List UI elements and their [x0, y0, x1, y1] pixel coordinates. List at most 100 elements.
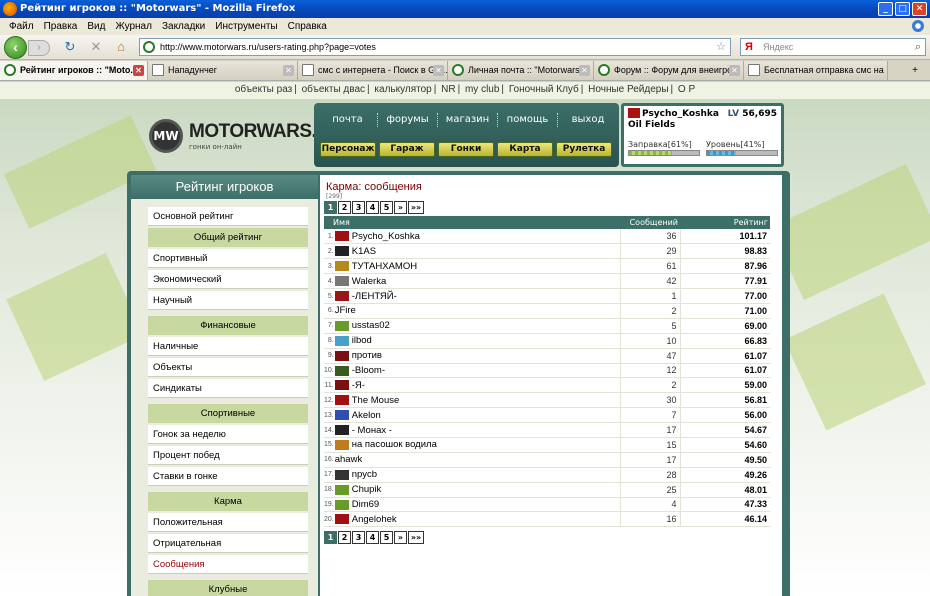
column-header-count[interactable]: Сообщений: [620, 216, 680, 229]
nav-forums[interactable]: форумы: [378, 113, 438, 127]
menu-edit[interactable]: Правка: [39, 21, 83, 32]
close-tab-icon[interactable]: ✕: [133, 65, 144, 76]
page-link[interactable]: 4: [366, 201, 379, 214]
sidebar-item[interactable]: Объекты: [148, 358, 308, 377]
page-link[interactable]: 2: [338, 531, 351, 545]
menu-view[interactable]: Вид: [82, 21, 110, 32]
search-icon[interactable]: ⌕: [915, 39, 921, 55]
character-button[interactable]: Персонаж: [320, 142, 376, 157]
tab-scroll-icon[interactable]: +: [900, 61, 930, 80]
player-name[interactable]: - Монах -: [352, 425, 392, 436]
quick-link[interactable]: my club: [463, 84, 501, 95]
quick-link[interactable]: Гоночный Клуб: [507, 84, 581, 95]
home-icon[interactable]: ⌂: [113, 39, 129, 55]
sidebar-item[interactable]: Положительная: [148, 513, 308, 532]
page-link[interactable]: »»: [408, 201, 424, 214]
close-tab-icon[interactable]: ✕: [433, 65, 444, 76]
tab-forum[interactable]: Форум :: Форум для внеигро... ✕: [594, 61, 744, 80]
page-link[interactable]: 1: [324, 531, 337, 545]
page-link[interactable]: 3: [352, 531, 365, 545]
tab-napadunchek[interactable]: Нападунчег ✕: [148, 61, 298, 80]
column-header-name[interactable]: Имя: [324, 216, 620, 229]
nav-logout[interactable]: выход: [558, 113, 618, 127]
page-link[interactable]: 3: [352, 201, 365, 214]
player-name[interactable]: Psycho_Koshka: [352, 231, 420, 242]
player-name[interactable]: -ЛЕНТЯЙ-: [352, 291, 397, 302]
quick-link[interactable]: объекты раз: [233, 84, 294, 95]
sidebar-item[interactable]: Спортивный: [148, 249, 308, 268]
page-link[interactable]: »»: [408, 531, 424, 545]
page-link[interactable]: »: [394, 201, 407, 214]
minimize-button[interactable]: _: [878, 2, 893, 16]
quick-link[interactable]: Ночные Рейдеры: [586, 84, 670, 95]
page-link[interactable]: 2: [338, 201, 351, 214]
player-name[interactable]: -Bloom-: [352, 365, 385, 376]
player-name[interactable]: Chupik: [352, 484, 382, 495]
nav-shop[interactable]: магазин: [438, 113, 498, 127]
sidebar-item[interactable]: Процент побед: [148, 446, 308, 465]
sidebar-item[interactable]: Ставки в гонке: [148, 467, 308, 486]
nav-help[interactable]: помощь: [498, 113, 558, 127]
player-name[interactable]: K1AS: [352, 246, 376, 257]
player-name[interactable]: JFire: [335, 305, 356, 316]
back-button[interactable]: ‹: [4, 36, 27, 59]
player-name[interactable]: Angelohek: [352, 514, 397, 525]
page-link[interactable]: 1: [324, 201, 337, 214]
reload-icon[interactable]: ↻: [62, 39, 78, 55]
page-link[interactable]: 5: [380, 531, 393, 545]
player-name[interactable]: Dim69: [352, 499, 379, 510]
close-window-button[interactable]: ✕: [912, 2, 927, 16]
player-name[interactable]: против: [352, 350, 382, 361]
menu-bookmarks[interactable]: Закладки: [157, 21, 210, 32]
column-header-rating[interactable]: Рейтинг: [680, 216, 770, 229]
map-button[interactable]: Карта: [497, 142, 553, 157]
races-button[interactable]: Гонки: [438, 142, 494, 157]
menu-tools[interactable]: Инструменты: [210, 21, 282, 32]
close-tab-icon[interactable]: ✕: [729, 65, 740, 76]
address-bar[interactable]: http://www.motorwars.ru/users-rating.php…: [139, 38, 731, 56]
player-name[interactable]: usstas02: [352, 320, 390, 331]
player-name[interactable]: npycb: [352, 469, 377, 480]
stop-icon[interactable]: ✕: [88, 39, 104, 55]
forward-button[interactable]: ›: [28, 40, 50, 56]
search-input[interactable]: Я Яндекс ⌕: [740, 38, 926, 56]
site-identity-icon[interactable]: [143, 41, 155, 53]
quick-link[interactable]: объекты двас: [300, 84, 367, 95]
player-name[interactable]: ТУТАНХАМОН: [352, 261, 417, 272]
tab-personal-mail[interactable]: Личная почта :: "Motorwars" ✕: [448, 61, 594, 80]
sidebar-item[interactable]: Отрицательная: [148, 534, 308, 553]
page-link[interactable]: »: [394, 531, 407, 545]
tab-google-search[interactable]: смс с интернета - Поиск в Go... ✕: [298, 61, 448, 80]
sidebar-item[interactable]: Синдикаты: [148, 379, 308, 398]
player-name[interactable]: Walerka: [352, 276, 387, 287]
quick-link[interactable]: О Р: [676, 84, 697, 95]
roulette-button[interactable]: Рулетка: [556, 142, 612, 157]
sidebar-item[interactable]: Основной рейтинг: [148, 207, 308, 226]
player-name[interactable]: ahawk: [335, 454, 362, 465]
page-link[interactable]: 4: [366, 531, 379, 545]
quick-link[interactable]: NR: [439, 84, 457, 95]
user-name[interactable]: Psycho_Koshka: [642, 109, 719, 119]
nav-mail[interactable]: почта: [318, 113, 378, 127]
maximize-button[interactable]: □: [895, 2, 910, 16]
player-name[interactable]: The Mouse: [352, 395, 400, 406]
user-avatar[interactable]: [628, 108, 640, 118]
page-link[interactable]: 5: [380, 201, 393, 214]
menu-file[interactable]: Файл: [4, 21, 39, 32]
sidebar-item[interactable]: Наличные: [148, 337, 308, 356]
tab-rating[interactable]: Рейтинг игроков :: "Moto... ✕: [0, 61, 148, 80]
sidebar-item[interactable]: Сообщения: [148, 555, 308, 574]
player-name[interactable]: -Я-: [352, 380, 365, 391]
player-name[interactable]: Akelon: [352, 410, 381, 421]
close-tab-icon[interactable]: ✕: [283, 65, 294, 76]
player-name[interactable]: на пасошок водила: [352, 439, 437, 450]
sidebar-item[interactable]: Гонок за неделю: [148, 425, 308, 444]
sidebar-item[interactable]: Научный: [148, 291, 308, 310]
garage-button[interactable]: Гараж: [379, 142, 435, 157]
player-name[interactable]: ilbod: [352, 335, 372, 346]
quick-link[interactable]: калькулятор: [372, 84, 433, 95]
menu-history[interactable]: Журнал: [110, 21, 157, 32]
sidebar-item[interactable]: Экономический: [148, 270, 308, 289]
tab-sms[interactable]: Бесплатная отправка смс на ...: [744, 61, 888, 80]
menu-help[interactable]: Справка: [283, 21, 332, 32]
